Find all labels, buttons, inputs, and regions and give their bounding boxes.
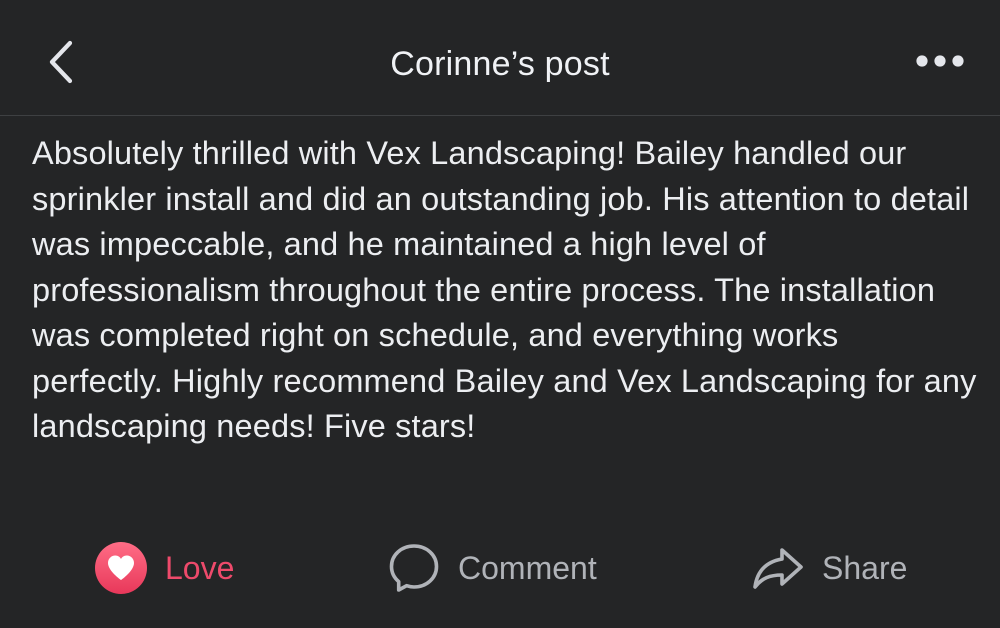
comment-button[interactable]: Comment <box>388 535 597 601</box>
more-options-button[interactable] <box>900 38 980 84</box>
post-actions-bar: Love Comment Share <box>0 535 1000 601</box>
heart-icon <box>95 542 147 594</box>
love-label: Love <box>165 549 235 586</box>
speech-bubble-icon <box>389 544 439 592</box>
post-text: Absolutely thrilled with Vex Landscaping… <box>32 135 977 444</box>
chevron-left-icon <box>49 40 73 84</box>
comment-label: Comment <box>458 549 597 586</box>
share-arrow-icon <box>753 548 803 589</box>
more-horizontal-icon <box>916 55 964 67</box>
love-button[interactable]: Love <box>95 535 234 601</box>
back-button[interactable] <box>36 30 86 94</box>
share-button[interactable]: Share <box>752 535 907 601</box>
share-label: Share <box>822 549 908 586</box>
page-title: Corinne’s post <box>390 45 610 83</box>
post-header: Corinne’s post <box>0 0 1000 116</box>
